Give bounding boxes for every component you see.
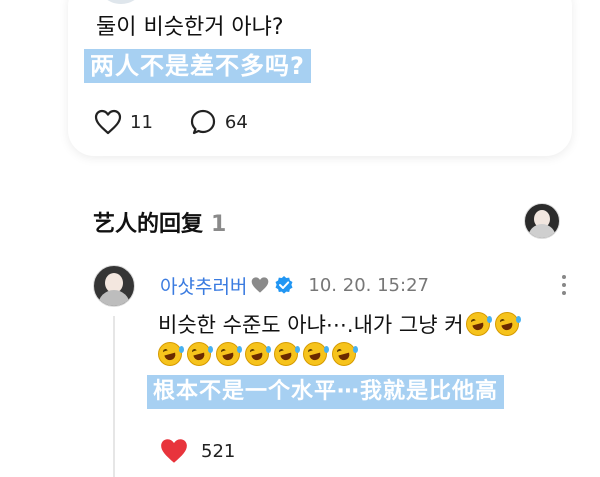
reply-like-count: 521 <box>201 440 236 462</box>
rofl-emoji-icon <box>187 342 213 366</box>
like-count: 11 <box>130 111 153 133</box>
reply-translation: 根本不是一个水平⋯我就是比他高 <box>147 375 505 409</box>
rofl-emoji-icon <box>465 312 492 336</box>
thread-line <box>113 316 115 477</box>
reply-header: 아샷추러버 10. 20. 15:27 <box>160 272 429 298</box>
reply-text-korean: 비슷한 수준도 아냐⋯.내가 그냥 커 <box>158 309 524 339</box>
heart-filled-icon <box>161 439 187 463</box>
reply-timestamp: 10. 20. 15:27 <box>308 274 429 296</box>
comment-count: 64 <box>224 111 248 133</box>
comment-button[interactable]: 64 <box>189 108 248 136</box>
rofl-emoji-icon <box>332 342 358 366</box>
post-question-translation: 两人不是差不多吗? <box>84 49 311 83</box>
post-author-avatar[interactable] <box>96 0 146 4</box>
gray-heart-icon <box>252 277 269 293</box>
section-count: 1 <box>211 212 227 237</box>
heart-outline-icon <box>94 109 122 135</box>
rofl-emoji-icon <box>245 342 271 366</box>
post-question-korean: 둘이 비슷한거 아냐? <box>96 15 284 40</box>
reply-text: 비슷한 수준도 아냐⋯.내가 그냥 커 <box>158 313 464 337</box>
section-title: 艺人的回复 1 <box>93 206 226 238</box>
post-area: 둘이 비슷한거 아냐? 两人不是差不多吗? 11 64 <box>0 0 600 190</box>
section-title-text: 艺人的回复 <box>93 212 204 237</box>
comment-bubble-icon <box>190 109 216 135</box>
rofl-emoji-icon <box>274 342 300 366</box>
verified-badge-icon <box>275 276 293 294</box>
artist-avatar[interactable] <box>524 203 560 239</box>
reply-author-avatar[interactable] <box>93 265 135 307</box>
reply-emoji-group-2 <box>158 342 361 366</box>
rofl-emoji-icon <box>158 342 184 366</box>
more-vertical-icon[interactable] <box>561 275 567 297</box>
rofl-emoji-icon <box>216 342 242 366</box>
post-actions: 11 64 <box>94 106 284 138</box>
reply-emoji-group-1 <box>465 312 524 336</box>
rofl-emoji-icon <box>494 312 521 336</box>
reply-like-button[interactable]: 521 <box>159 437 235 465</box>
like-button[interactable]: 11 <box>94 109 153 135</box>
rofl-emoji-icon <box>303 342 329 366</box>
reply-username[interactable]: 아샷추러버 <box>160 272 247 299</box>
